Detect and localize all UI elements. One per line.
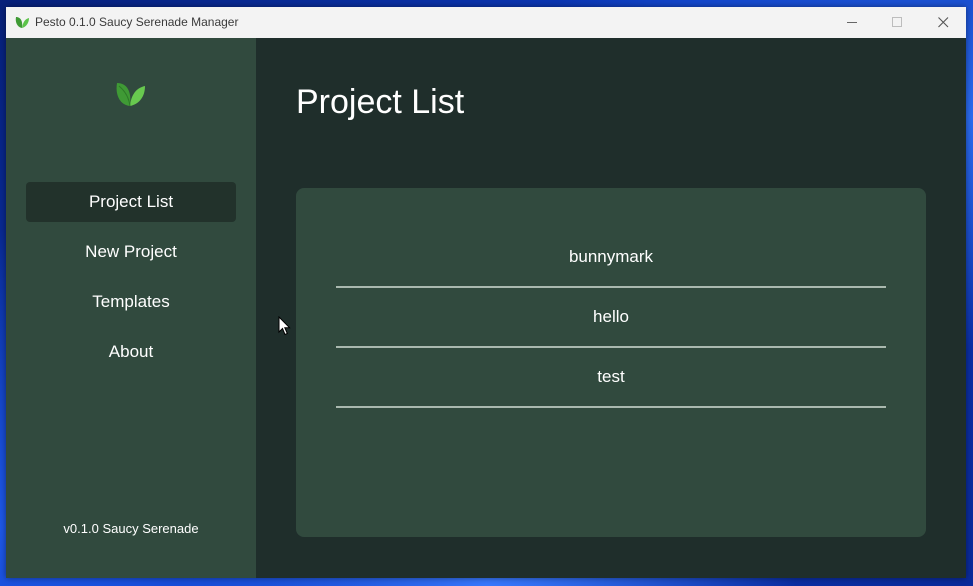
project-item-hello[interactable]: hello (336, 288, 886, 348)
sidebar-item-templates[interactable]: Templates (26, 282, 236, 322)
project-name: bunnymark (568, 247, 654, 266)
sidebar-item-project-list[interactable]: Project List (26, 182, 236, 222)
sidebar-item-label: About (108, 342, 154, 361)
project-list-panel: bunnymark hello test (296, 188, 926, 537)
sidebar-item-label: New Project (85, 242, 177, 261)
close-button[interactable] (920, 7, 966, 38)
project-list: bunnymark hello test (336, 228, 886, 408)
main-content: Project List bunnymark hello test (256, 38, 966, 578)
sidebar-item-label: Templates (92, 292, 170, 311)
maximize-button[interactable] (874, 7, 920, 38)
project-name: test (597, 367, 625, 386)
project-item-test[interactable]: test (336, 348, 886, 408)
minimize-button[interactable] (829, 7, 875, 38)
mouse-pointer-icon (278, 316, 291, 336)
sidebar-item-about[interactable]: About (26, 332, 236, 372)
sidebar-item-label: Project List (88, 192, 174, 211)
sidebar: Project List New Project Templates About… (6, 38, 256, 578)
project-name: hello (593, 307, 629, 326)
close-icon (937, 17, 948, 28)
version-label: v0.1.0 Saucy Serenade (63, 521, 199, 536)
minimize-icon (846, 22, 857, 23)
sidebar-item-new-project[interactable]: New Project (26, 232, 236, 272)
leaf-icon (15, 17, 29, 28)
page-title: Project List (296, 83, 465, 121)
project-item-bunnymark[interactable]: bunnymark (336, 228, 886, 288)
title-bar[interactable]: Pesto 0.1.0 Saucy Serenade Manager (6, 7, 966, 38)
window-title: Pesto 0.1.0 Saucy Serenade Manager (35, 15, 239, 29)
app-window: Pesto 0.1.0 Saucy Serenade Manager Proje… (6, 7, 966, 578)
leaf-icon (116, 83, 145, 107)
maximize-icon (891, 17, 902, 27)
